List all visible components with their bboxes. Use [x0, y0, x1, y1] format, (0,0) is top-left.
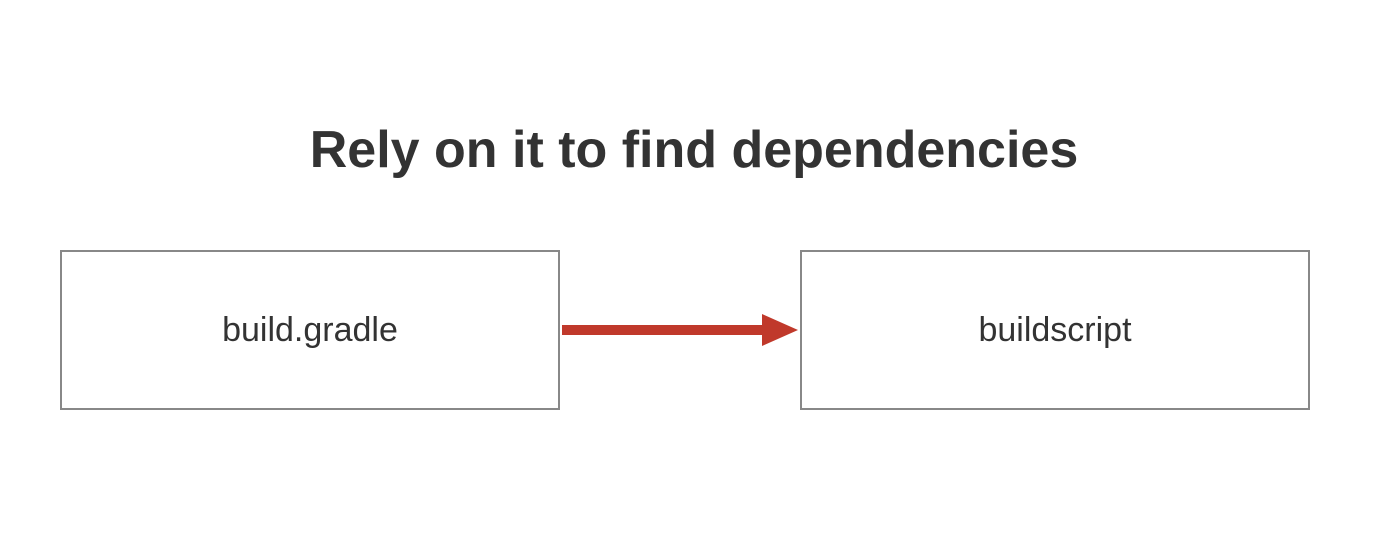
- arrow-icon: [562, 310, 798, 350]
- node-buildscript: buildscript: [800, 250, 1310, 410]
- node-left-label: build.gradle: [222, 311, 398, 350]
- diagram-title: Rely on it to find dependencies: [0, 120, 1388, 180]
- diagram-container: build.gradle buildscript: [0, 250, 1388, 410]
- node-build-gradle: build.gradle: [60, 250, 560, 410]
- node-right-label: buildscript: [978, 311, 1131, 350]
